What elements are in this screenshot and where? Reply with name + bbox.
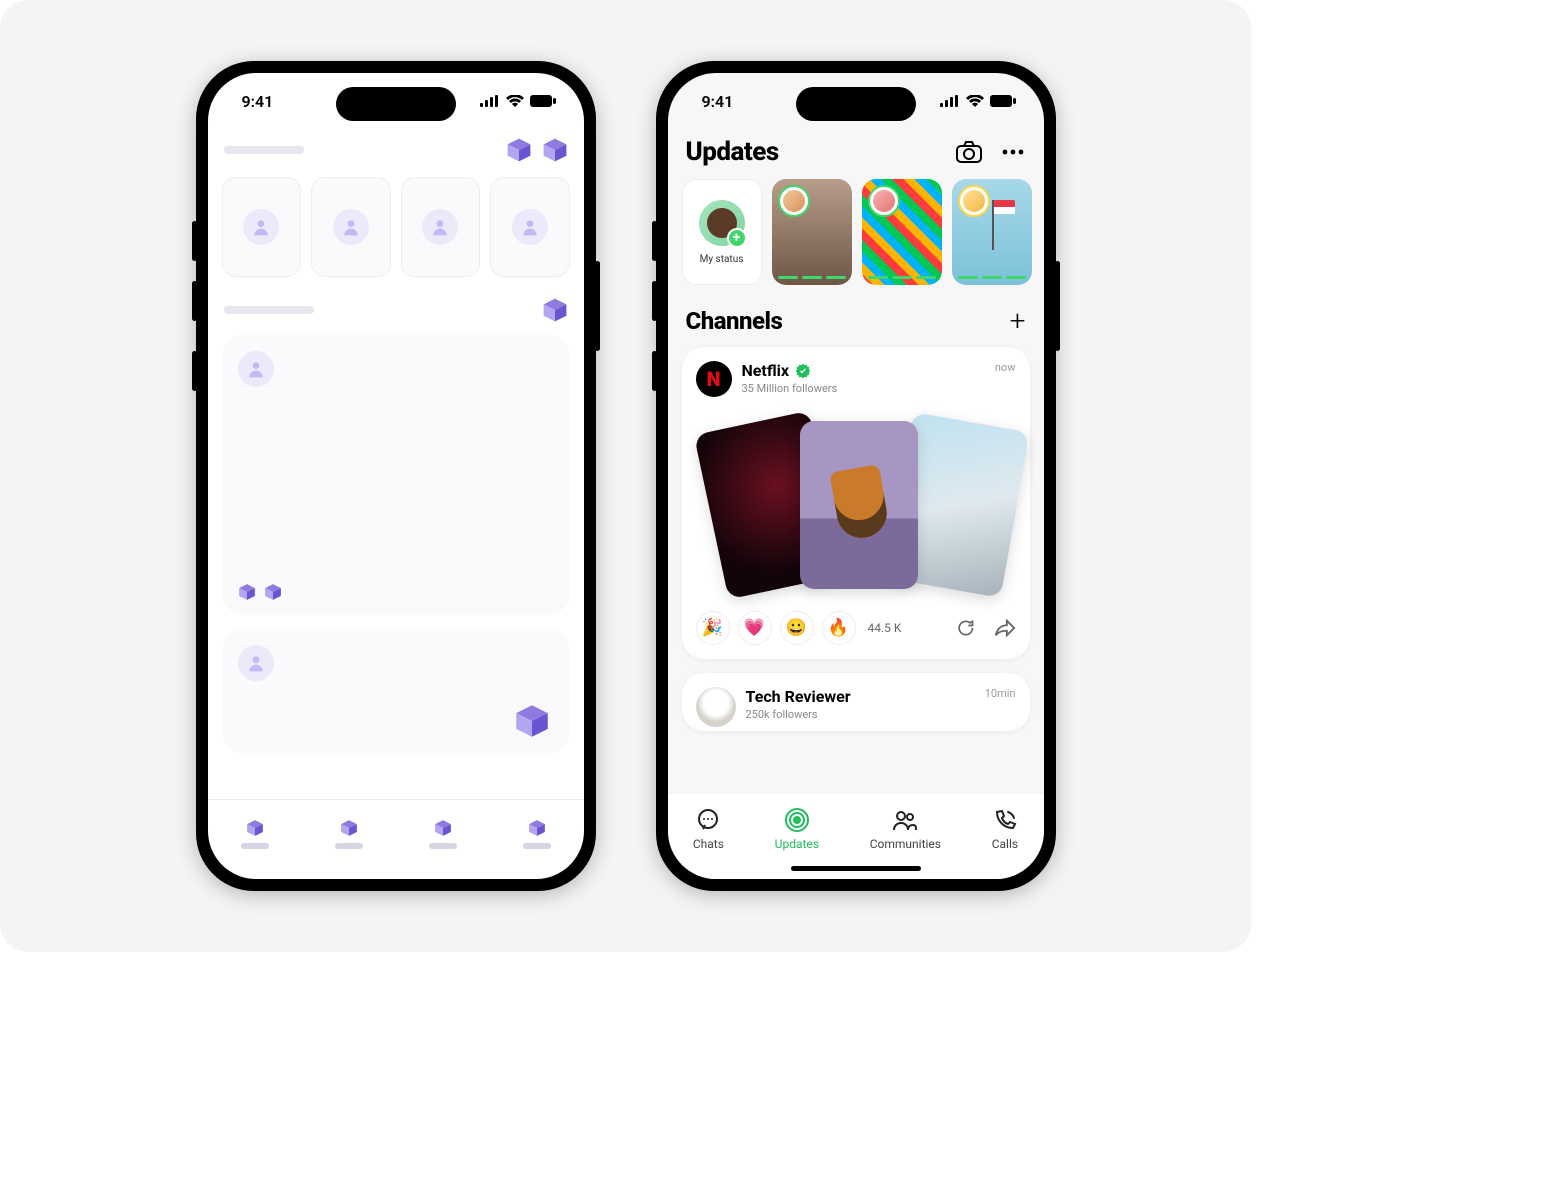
avatar-placeholder-icon: [238, 645, 274, 681]
channels-title: Channels: [686, 307, 783, 335]
chats-icon: [695, 807, 721, 833]
phone-wireframe: 9:41: [196, 61, 596, 891]
communities-icon: [892, 807, 918, 833]
channel-avatar: N: [696, 361, 732, 397]
wifi-icon: [506, 95, 524, 107]
wf-tab-label-skeleton: [429, 843, 457, 849]
tab-label: Calls: [992, 837, 1018, 851]
channel-card-netflix[interactable]: N Netflix 35 Million followers now: [682, 347, 1030, 659]
reaction-emoji[interactable]: 🎉: [696, 611, 730, 645]
wf-story-card[interactable]: [311, 177, 391, 277]
page-title: Updates: [686, 137, 779, 167]
avatar-placeholder-icon: [512, 209, 548, 245]
status-card[interactable]: [772, 179, 852, 285]
wf-channel-card[interactable]: [222, 335, 570, 615]
wf-tab-label-skeleton: [241, 843, 269, 849]
channel-followers: 35 Million followers: [742, 382, 838, 395]
status-time: 9:41: [702, 92, 734, 111]
mockup-canvas: 9:41: [0, 0, 1251, 952]
add-channel-button[interactable]: +: [1010, 307, 1026, 335]
channel-media: [700, 411, 1012, 601]
tab-updates[interactable]: Updates: [775, 807, 819, 851]
status-card[interactable]: [952, 179, 1032, 285]
media-thumb: [800, 421, 918, 589]
reaction-emoji[interactable]: 😀: [780, 611, 814, 645]
avatar-placeholder-icon: [333, 209, 369, 245]
battery-icon: [530, 95, 556, 107]
avatar-placeholder-icon: [243, 209, 279, 245]
tab-communities[interactable]: Communities: [870, 807, 941, 851]
status-row: + My status: [682, 179, 1030, 285]
status-ring-avatar: [868, 185, 900, 217]
notch: [336, 87, 456, 121]
wifi-icon: [966, 95, 984, 107]
home-indicator: [791, 866, 921, 871]
my-avatar: +: [699, 200, 745, 246]
wf-tab-icon: [340, 819, 358, 837]
wf-story-card[interactable]: [490, 177, 570, 277]
wf-section-title-skeleton: [224, 306, 314, 314]
channel-avatar: [696, 687, 736, 727]
signal-icon: [940, 95, 960, 107]
signal-icon: [480, 95, 500, 107]
wf-reaction-icon[interactable]: [264, 583, 282, 601]
flag-graphic: [993, 200, 1015, 214]
add-status-icon: +: [727, 228, 747, 248]
wf-tab-item[interactable]: [429, 819, 457, 849]
wf-story-row: [222, 177, 570, 277]
wf-channel-card[interactable]: [222, 629, 570, 753]
verified-icon: [795, 363, 811, 379]
tab-chats[interactable]: Chats: [693, 807, 724, 851]
comment-icon[interactable]: [954, 617, 976, 639]
avatar-placeholder-icon: [422, 209, 458, 245]
wf-tab-icon: [434, 819, 452, 837]
wf-tab-bar: [208, 799, 584, 879]
wf-story-card[interactable]: [401, 177, 481, 277]
updates-icon: [784, 807, 810, 833]
tab-label: Chats: [693, 837, 724, 851]
wf-story-card[interactable]: [222, 177, 302, 277]
reaction-emoji[interactable]: 💗: [738, 611, 772, 645]
my-status-card[interactable]: + My status: [682, 179, 762, 285]
share-icon[interactable]: [994, 617, 1016, 639]
wf-reaction-icon[interactable]: [238, 583, 256, 601]
wf-tab-label-skeleton: [523, 843, 551, 849]
status-ring-avatar: [958, 185, 990, 217]
reaction-emoji[interactable]: 🔥: [822, 611, 856, 645]
camera-icon[interactable]: [956, 139, 982, 165]
wf-title-skeleton: [224, 146, 304, 154]
my-status-label: My status: [700, 254, 744, 265]
status-card[interactable]: [862, 179, 942, 285]
avatar-placeholder-icon: [238, 351, 274, 387]
tab-calls[interactable]: Calls: [992, 807, 1018, 851]
channel-name: Netflix: [742, 361, 790, 380]
wf-header-action-icon[interactable]: [506, 137, 532, 163]
tab-label: Updates: [775, 837, 819, 851]
wf-tab-item[interactable]: [241, 819, 269, 849]
channel-name: Tech Reviewer: [746, 687, 851, 706]
wf-tab-icon: [528, 819, 546, 837]
status-ring-avatar: [778, 185, 810, 217]
reaction-count: 44.5 K: [868, 621, 902, 635]
tab-label: Communities: [870, 837, 941, 851]
channel-time: 10min: [985, 687, 1016, 700]
wf-tab-item[interactable]: [523, 819, 551, 849]
channel-followers: 250k followers: [746, 708, 851, 721]
wf-card-action-icon[interactable]: [514, 703, 550, 739]
wf-tab-icon: [246, 819, 264, 837]
calls-icon: [992, 807, 1018, 833]
phone-updates: 9:41 Updates: [656, 61, 1056, 891]
channel-card-tech-reviewer[interactable]: Tech Reviewer 250k followers 10min: [682, 673, 1030, 731]
battery-icon: [990, 95, 1016, 107]
status-time: 9:41: [242, 92, 274, 111]
wf-tab-label-skeleton: [335, 843, 363, 849]
wf-header-action-icon[interactable]: [542, 137, 568, 163]
wf-add-icon[interactable]: [542, 297, 568, 323]
notch: [796, 87, 916, 121]
more-icon[interactable]: [1000, 139, 1026, 165]
channel-time: now: [995, 361, 1016, 374]
wf-tab-item[interactable]: [335, 819, 363, 849]
